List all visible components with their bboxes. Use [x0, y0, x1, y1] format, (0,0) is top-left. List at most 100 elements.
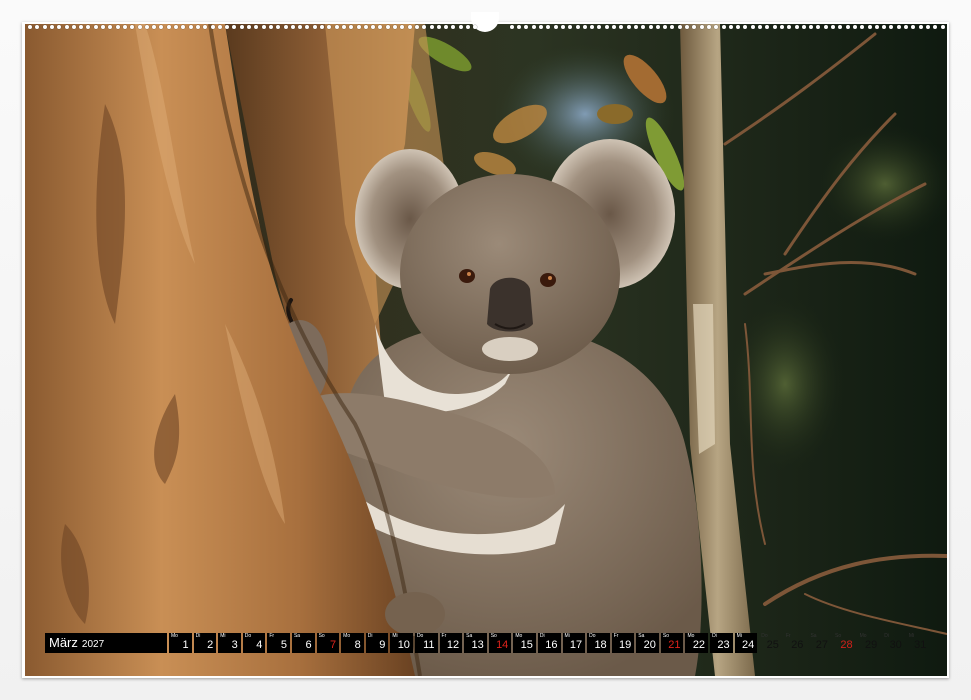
spiral-hole — [166, 25, 171, 29]
day-number: 23 — [717, 639, 730, 651]
weekday-label: Di — [367, 633, 373, 639]
spiral-hole — [122, 25, 127, 29]
spiral-hole — [648, 25, 653, 29]
spiral-hole — [356, 25, 361, 29]
day-cell: Fr 19 — [611, 633, 635, 653]
spiral-hole — [35, 25, 40, 29]
day-cell: Sa 20 — [636, 633, 659, 653]
day-cell: So 14 — [488, 633, 512, 653]
calendar-strip: März 2027 Mo 1 Di 2 Mi 3 Do 4 Fr 5 Sa 6 So 7 Mo 8 Di 9 Mi 1… — [45, 633, 929, 653]
spiral-hole — [451, 25, 456, 29]
day-cell: Mo 8 — [341, 633, 364, 653]
spiral-hole — [203, 25, 208, 29]
spiral-hole — [714, 25, 719, 29]
day-cell: Fr 12 — [439, 633, 463, 653]
spiral-hole — [925, 25, 930, 29]
spiral-hole — [619, 25, 624, 29]
day-cell: Fr 5 — [267, 633, 290, 653]
day-number: 13 — [471, 639, 484, 651]
spiral-hole — [261, 25, 266, 29]
spiral-hole — [867, 25, 872, 29]
spiral-hole — [758, 25, 762, 29]
spiral-hole — [400, 25, 405, 29]
spiral-hole — [823, 25, 828, 29]
day-number: 21 — [668, 639, 681, 651]
day-number: 27 — [815, 639, 829, 651]
spiral-hole — [181, 25, 186, 29]
spiral-hole — [254, 25, 259, 29]
spiral-hole — [239, 25, 244, 29]
spiral-hole — [655, 25, 660, 29]
spiral-hole — [101, 25, 105, 29]
spiral-hole — [225, 25, 230, 29]
spiral-hole — [750, 25, 755, 29]
spiral-hole — [831, 25, 835, 29]
spiral-hole — [422, 25, 427, 29]
day-cell: Mi 3 — [218, 633, 241, 653]
spiral-hole — [604, 25, 609, 29]
spiral-hole — [765, 25, 770, 29]
spiral-hole — [612, 25, 616, 29]
spiral-hole — [305, 25, 310, 29]
day-number: 12 — [446, 639, 460, 651]
weekday-label: Di — [884, 633, 889, 639]
spiral-hole — [539, 25, 543, 29]
day-cell: Mo 15 — [513, 633, 536, 653]
weekday-label: Fr — [269, 633, 275, 639]
day-number: 20 — [643, 639, 656, 651]
day-cell: Sa 27 — [808, 633, 831, 653]
spiral-hole — [590, 25, 595, 29]
spiral-hole — [882, 25, 887, 29]
spiral-hole — [152, 25, 157, 29]
spiral-hole — [852, 25, 857, 29]
spiral-hole — [341, 25, 346, 29]
day-cell: Di 9 — [365, 633, 389, 653]
weekday-label: Di — [195, 633, 201, 639]
spiral-hole — [743, 25, 748, 29]
spiral-hole — [458, 25, 463, 29]
weekday-label: Sa — [293, 633, 301, 639]
spiral-hole — [524, 25, 529, 29]
spiral-hole — [845, 25, 850, 29]
month-label-box: März 2027 — [45, 633, 167, 653]
spiral-hole — [71, 25, 76, 29]
day-number: 15 — [520, 639, 533, 651]
spiral-hole — [779, 25, 784, 29]
spiral-hole — [816, 25, 821, 29]
spiral-hole — [597, 25, 602, 29]
spiral-hole — [188, 25, 193, 29]
day-cell: Mi 24 — [734, 633, 758, 653]
spiral-hole — [889, 25, 894, 29]
spiral-hole — [736, 25, 741, 29]
spiral-hole — [57, 25, 62, 29]
spiral-hole — [838, 25, 843, 29]
spiral-hole — [568, 25, 573, 29]
spiral-hole — [670, 25, 675, 29]
spiral-hole — [772, 25, 777, 29]
spiral-hole — [560, 25, 565, 29]
day-cell: Sa 13 — [464, 633, 487, 653]
spiral-hole — [473, 25, 478, 29]
weekday-label: Mi — [220, 633, 226, 639]
spiral-hole — [641, 25, 646, 29]
weekday-label: Fr — [441, 633, 447, 639]
spiral-hole — [159, 25, 164, 29]
spiral-hole — [809, 25, 814, 29]
day-cell: Do 25 — [759, 633, 782, 653]
spiral-hole — [706, 25, 711, 29]
spiral-hole — [174, 25, 178, 29]
weekday-label: Fr — [613, 633, 619, 639]
koala-photo — [25, 24, 947, 676]
spiral-hole — [787, 25, 792, 29]
spiral-hole — [874, 25, 879, 29]
day-number: 8 — [354, 639, 361, 651]
day-number: 18 — [594, 639, 607, 651]
day-number: 19 — [619, 639, 632, 651]
spiral-hole — [633, 25, 638, 29]
day-number: 28 — [840, 639, 853, 651]
spiral-hole — [407, 25, 412, 29]
spiral-hole — [466, 25, 470, 29]
day-number: 5 — [280, 639, 287, 651]
day-number: 6 — [305, 639, 312, 651]
spiral-hole — [531, 25, 536, 29]
